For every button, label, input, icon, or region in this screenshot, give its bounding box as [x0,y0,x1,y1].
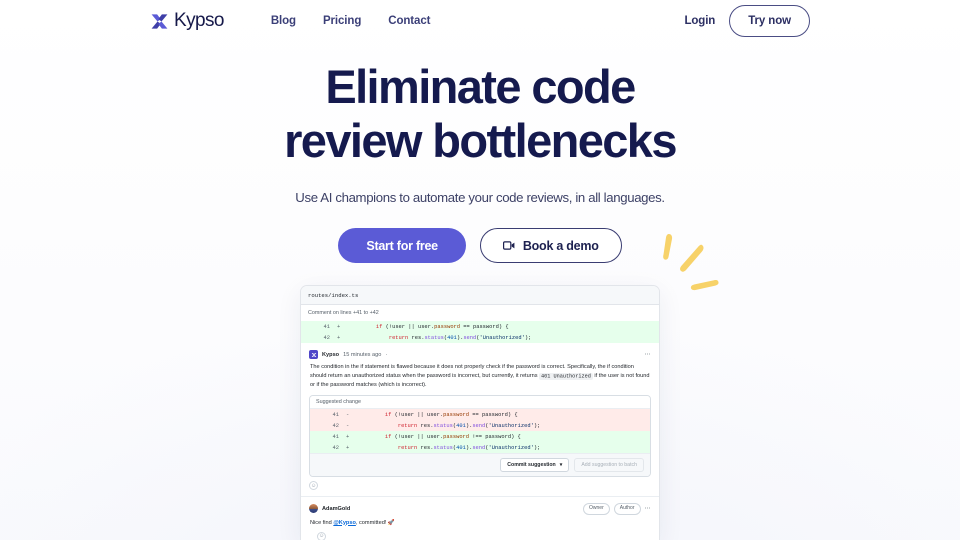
hero-section: Eliminate code review bottlenecks Use AI… [0,60,960,264]
login-link[interactable]: Login [684,15,715,27]
adamgold-comment: AdamGold Owner Author ⋯ Nice find @Kypso… [301,496,659,540]
status-badge-owner: Owner [583,503,610,515]
emoji-reaction-icon[interactable]: ☺ [309,481,318,491]
book-a-demo-label: Book a demo [522,238,599,253]
adamgold-reaction-row: ☺ [309,528,651,540]
kypso-comment-body: The condition in the if statement is fla… [309,363,651,390]
code-text: return res.status(401).send('Unauthorize… [397,444,541,451]
code-review-card: routes/index.ts Comment on lines +41 to … [300,285,660,540]
chevron-down-icon: ▾ [559,462,563,469]
diff-preview: 41 + if (!user || user.password == passwo… [301,321,659,343]
code-line: 41 + if (!user || user.password !== passw… [310,431,650,443]
add-suggestion-to-batch-button[interactable]: Add suggestion to batch [574,458,644,473]
code-line: 41- if (!user || user.password == passwo… [310,409,650,421]
file-path-label: routes/index.ts [301,286,659,305]
code-text: return res.status(401).send('Unauthorize… [388,334,532,341]
code-line: 42 + return res.status(401).send('Unautho… [310,442,650,454]
book-a-demo-button[interactable]: Book a demo [479,228,622,264]
line-number: 42 [332,422,339,429]
video-camera-icon [502,241,515,250]
diff-sign: + [346,444,350,451]
mention-link[interactable]: @Kypso [333,520,356,526]
kypso-reaction-row: ☺ [301,477,659,491]
nav-item-blog[interactable]: Blog [271,15,296,27]
suggested-change-title: Suggested change [310,396,650,410]
suggested-change-diff: 41- if (!user || user.password == passwo… [310,409,650,454]
page-root: Kypso Blog Pricing Contact Login Try now… [0,0,960,540]
kypso-x-logo-icon [151,13,168,29]
kypso-meta-separator: · [385,351,388,358]
emoji-reaction-icon[interactable]: ☺ [317,531,326,540]
line-number: 41 [323,323,330,330]
kebab-menu-icon[interactable]: ⋯ [645,351,652,358]
status-badge-author: Author [613,503,641,515]
adamgold-author-name[interactable]: AdamGold [322,506,350,512]
code-text: if (!user || user.password == password) … [384,411,518,418]
line-number: 42 [332,444,339,451]
hero-subtitle: Use AI champions to automate your code r… [295,190,665,206]
suggestion-actions: Commit suggestion ▾ Add suggestion to ba… [310,453,650,477]
adamgold-body-suffix: , committed! 🚀 [355,519,395,526]
comment-on-lines-label: Comment on lines +41 to +42 [301,305,659,321]
diff-sign: + [346,433,350,440]
main-nav: Blog Pricing Contact [271,15,431,27]
brand-name: Kypso [174,10,224,31]
inline-code-token: 401 Unauthorized [539,372,593,380]
code-line: 41 + if (!user || user.password == passwo… [301,321,659,332]
code-line: 42 + return res.status(401).send('Unautho… [301,332,659,343]
kypso-timestamp: 15 minutes ago [343,351,382,358]
diff-sign: - [346,422,350,429]
line-number: 41 [332,411,339,418]
suggested-change-box: Suggested change 41- if (!user || user.p… [309,395,651,478]
diff-sign: + [337,323,341,330]
kypso-avatar-icon [309,350,318,359]
site-header: Kypso Blog Pricing Contact Login Try now [0,0,960,42]
commit-suggestion-button[interactable]: Commit suggestion ▾ [500,458,570,473]
adamgold-comment-body: Nice find @Kypso, committed! 🚀 [309,519,651,528]
brand-logo[interactable]: Kypso [150,10,224,32]
kypso-comment-header: Kypso 15 minutes ago · ⋯ [309,350,651,359]
adamgold-body-prefix: Nice find [310,519,334,526]
diff-sign: - [346,411,350,418]
try-now-button[interactable]: Try now [729,5,810,37]
start-for-free-button[interactable]: Start for free [338,228,466,264]
line-number: 42 [323,334,330,341]
kypso-author-name[interactable]: Kypso [322,352,339,358]
code-line: 42- return res.status(401).send('Unautho… [310,420,650,432]
nav-item-pricing[interactable]: Pricing [323,15,361,27]
kebab-menu-icon[interactable]: ⋯ [645,505,652,512]
hero-cta-group: Start for free Book a demo [0,228,960,264]
diff-sign: + [337,334,341,341]
kypso-comment: Kypso 15 minutes ago · ⋯ The condition i… [301,343,659,390]
code-text: if (!user || user.password !== password)… [384,433,521,440]
code-text: return res.status(401).send('Unauthorize… [397,422,541,429]
page-title: Eliminate code review bottlenecks [284,60,677,167]
adamgold-avatar-icon [309,504,318,514]
adamgold-comment-header: AdamGold Owner Author ⋯ [309,503,651,515]
nav-item-contact[interactable]: Contact [388,15,430,27]
adamgold-badges: Owner Author ⋯ [583,503,651,515]
header-actions: Login Try now [684,5,810,37]
code-text: if (!user || user.password == password) … [375,323,509,330]
commit-suggestion-label: Commit suggestion [507,462,556,469]
line-number: 41 [332,433,339,440]
